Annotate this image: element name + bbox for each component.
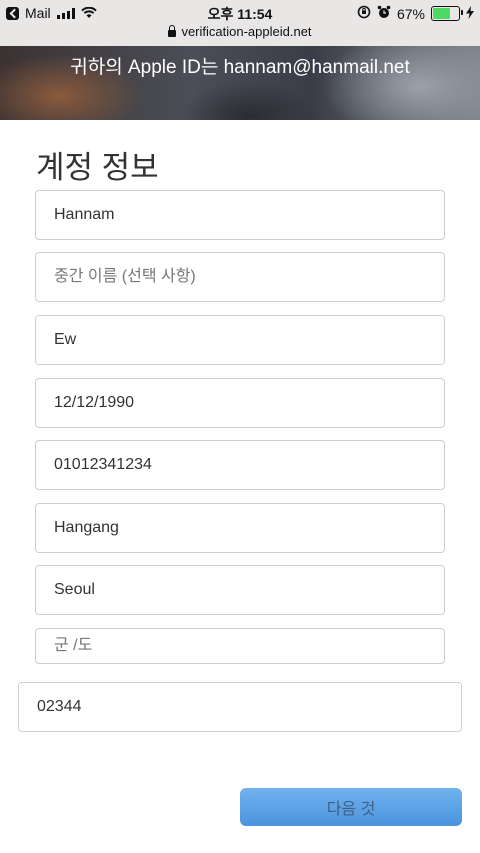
apple-id-text: 귀하의 Apple ID는 hannam@hanmail.net: [70, 57, 410, 78]
county-state-field[interactable]: [35, 628, 445, 664]
birth-date-field[interactable]: [35, 378, 445, 428]
battery-level-fill: [433, 8, 450, 19]
header-banner: 귀하의 Apple ID는 hannam@hanmail.net: [0, 46, 480, 120]
middle-name-field[interactable]: [35, 252, 445, 302]
page-title: 계정 정보: [36, 150, 159, 185]
charging-bolt-icon: [466, 5, 474, 22]
alarm-icon: [377, 5, 391, 22]
next-button[interactable]: 다음 것: [240, 788, 462, 826]
rotation-lock-icon: [357, 5, 371, 22]
url-text[interactable]: verification-appleid.net: [181, 24, 311, 39]
street-field[interactable]: [35, 503, 445, 553]
phone-field[interactable]: [35, 440, 445, 490]
battery-icon: [431, 6, 463, 21]
address-bar[interactable]: verification-appleid.net: [0, 24, 480, 39]
last-name-field[interactable]: [35, 315, 445, 365]
status-bar: Mail 오후 11:54 67% verification-appleid.n…: [0, 0, 480, 46]
first-name-field[interactable]: [35, 190, 445, 240]
status-right: 67%: [357, 5, 474, 22]
postal-code-field[interactable]: [18, 682, 462, 732]
city-field[interactable]: [35, 565, 445, 615]
battery-percent: 67%: [396, 5, 425, 22]
lock-icon: [168, 24, 177, 37]
